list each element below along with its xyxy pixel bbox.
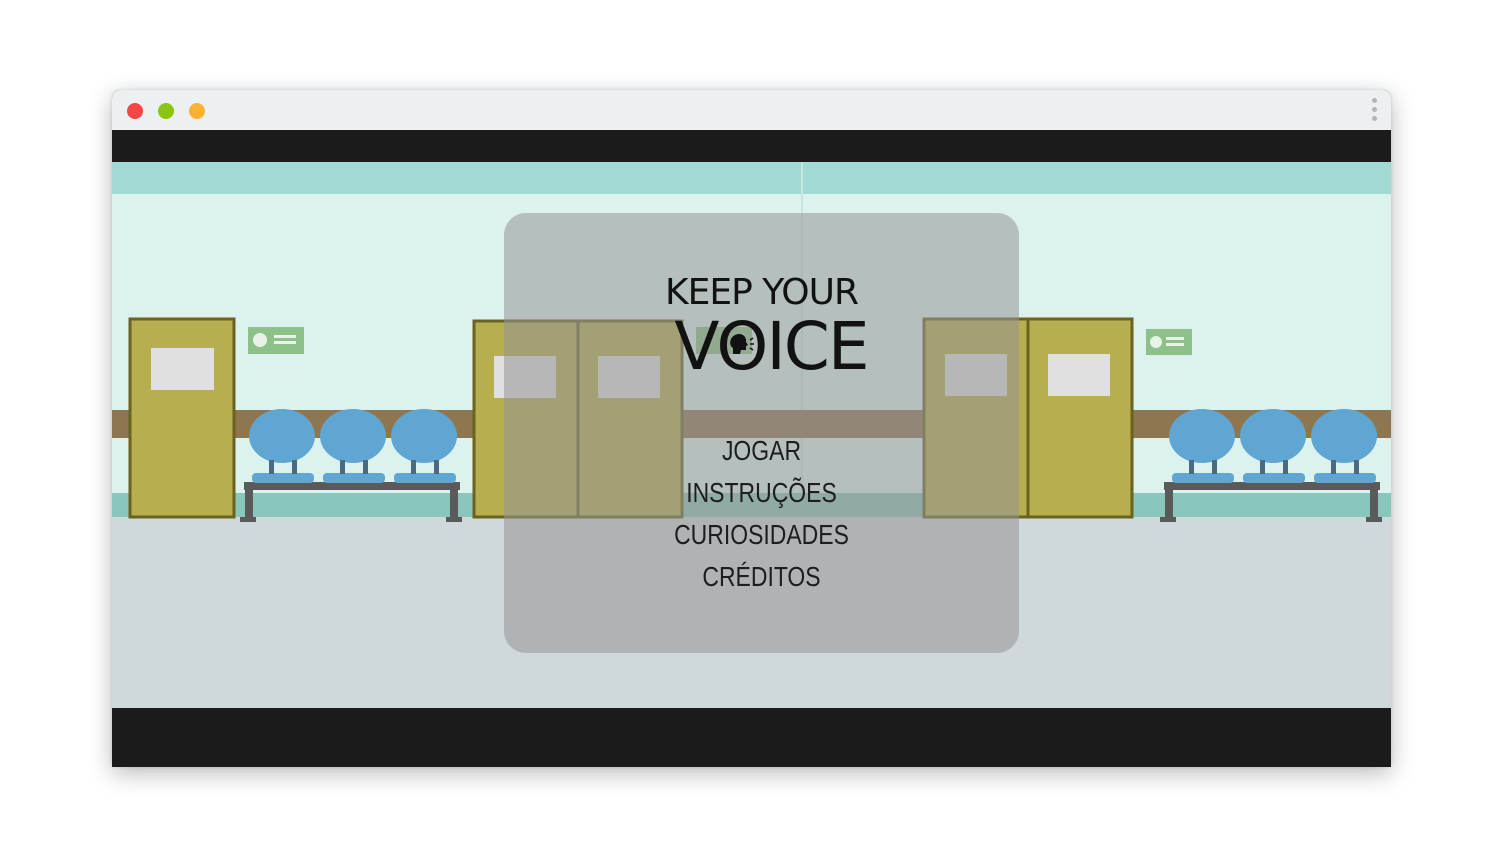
room-sign-right <box>1146 329 1192 355</box>
logo-title-line1: KEEP YOUR <box>665 272 859 313</box>
logo-title-line2: VOICE <box>674 308 869 385</box>
menu-credits-button[interactable]: CRÉDITOS <box>550 561 972 593</box>
game-logo: KEEP YOUR VOICE <box>504 268 1019 385</box>
door-left <box>128 317 236 519</box>
menu-instructions-button[interactable]: INSTRUÇÕES <box>550 477 972 509</box>
speaking-head-icon <box>730 333 754 354</box>
menu-curiosities-button[interactable]: CURIOSIDADES <box>550 519 972 551</box>
browser-window: KEEP YOUR VOICE JOGAR INSTRUÇÕES CURIOSI… <box>112 90 1391 767</box>
room-sign-left <box>248 327 304 354</box>
main-menu-panel: KEEP YOUR VOICE JOGAR INSTRUÇÕES CURIOSI… <box>504 213 1019 653</box>
maximize-window-button[interactable] <box>189 103 205 119</box>
close-window-button[interactable] <box>127 103 143 119</box>
kebab-vertical-icon[interactable] <box>1369 98 1379 124</box>
game-canvas[interactable]: KEEP YOUR VOICE JOGAR INSTRUÇÕES CURIOSI… <box>112 162 1391 708</box>
title-bar <box>112 90 1391 130</box>
minimize-window-button[interactable] <box>158 103 174 119</box>
menu-play-button[interactable]: JOGAR <box>550 435 972 467</box>
